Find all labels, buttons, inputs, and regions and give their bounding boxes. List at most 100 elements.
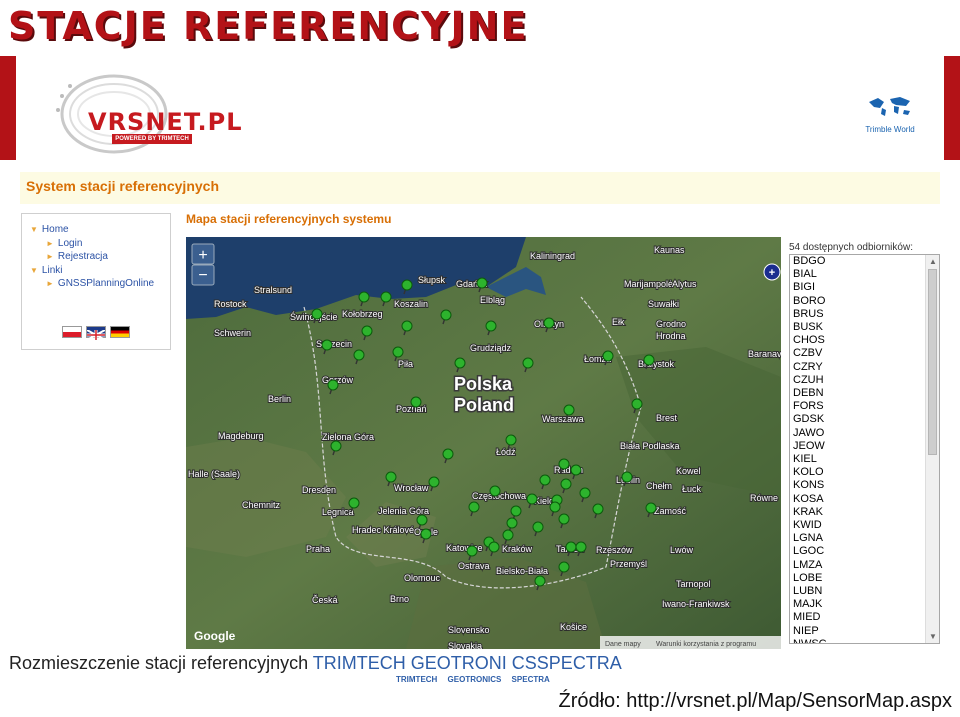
receiver-item[interactable]: NWSC [790, 638, 939, 643]
receivers-scrollbar[interactable]: ▲ ▼ [925, 255, 939, 643]
map-view[interactable]: KaunasKaliningradGdańskElblągOlsztynSłup… [186, 237, 781, 649]
city-label: Legnica [322, 507, 354, 517]
expand-arrow-icon: ▼ [30, 225, 38, 234]
expand-arrow-icon: ▼ [30, 266, 38, 275]
menu-item-home[interactable]: ▼ Home [30, 224, 69, 235]
receiver-item[interactable]: DEBN [790, 387, 939, 400]
terms-link[interactable]: Warunki korzystania z programu [656, 641, 756, 648]
city-label: Kowel [676, 466, 701, 476]
city-label: Kraków [502, 544, 533, 554]
marker-head [311, 308, 323, 320]
menu-item-login[interactable]: ► Login [46, 238, 82, 249]
arrow-right-icon: ► [46, 239, 54, 248]
marker-head [401, 279, 413, 291]
city-label: Tarnopol [676, 579, 711, 589]
marker-head [485, 320, 497, 332]
city-label: Alytus [672, 279, 697, 289]
receiver-item[interactable]: JAWO [790, 427, 939, 440]
city-label: Dresden [302, 485, 336, 495]
source-link[interactable]: Źródło: http://vrsnet.pl/Map/SensorMap.a… [558, 690, 952, 713]
city-label: Brno [390, 594, 409, 604]
marker-head [558, 458, 570, 470]
receiver-item[interactable]: BDGO [790, 255, 939, 268]
city-label: Schwerin [214, 328, 251, 338]
brand-strip: TRIMTECH GEOTRONICS SPECTRA [396, 675, 550, 684]
google-logo: Google [194, 629, 236, 643]
zoom-in-icon: + [198, 247, 207, 264]
city-label: Slovakia [448, 641, 482, 649]
receiver-item[interactable]: KOSA [790, 493, 939, 506]
trimble-world-logo[interactable]: Trimble World [860, 94, 920, 134]
receivers-items: BDGO BIAL BIGI BORO BRUS BUSK CHOS CZBV CZRY CZUH… [790, 255, 939, 643]
map-data-link[interactable]: Dane mapy [605, 641, 641, 648]
receiver-item[interactable]: MAJK [790, 598, 939, 611]
receiver-item[interactable]: KWID [790, 519, 939, 532]
slide-caption: Rozmieszczenie stacji referencyjnych TRI… [9, 653, 622, 674]
receiver-item[interactable]: LMZA [790, 559, 939, 572]
city-label: Iwano-Frankiwsk [662, 599, 730, 609]
receiver-item[interactable]: FORS [790, 400, 939, 413]
receiver-item[interactable]: KIEL [790, 453, 939, 466]
receiver-item[interactable]: LOBE [790, 572, 939, 585]
map-north-marker[interactable]: + [763, 263, 781, 281]
marker-head [502, 529, 514, 541]
marker-head [442, 448, 454, 460]
receiver-item[interactable]: CZRY [790, 361, 939, 374]
receiver-item[interactable]: KONS [790, 479, 939, 492]
receiver-item[interactable]: GDSK [790, 413, 939, 426]
scroll-down-icon[interactable]: ▼ [929, 632, 937, 641]
scrollbar-thumb[interactable] [928, 269, 937, 455]
city-label: Łuck [682, 484, 702, 494]
city-label: Przemyśl [610, 559, 647, 569]
vrsnet-logo[interactable]: VRSNET.PL POWERED BY TRIMTECH [36, 66, 242, 158]
receiver-item[interactable]: CZUH [790, 374, 939, 387]
menu-item-label: Linki [41, 265, 63, 276]
city-label: Olomouc [404, 573, 441, 583]
city-label: Jelenia Góra [378, 506, 429, 516]
marker-head [522, 357, 534, 369]
receiver-item[interactable]: LGNA [790, 532, 939, 545]
receiver-item[interactable]: JEOW [790, 440, 939, 453]
marker-head [621, 471, 633, 483]
marker-head [410, 396, 422, 408]
city-label: Hrodna [656, 331, 686, 341]
system-title: System stacji referencyjnych [26, 178, 219, 194]
flag-poland-icon[interactable] [62, 326, 82, 338]
zoom-in-button[interactable]: + [191, 243, 215, 265]
receiver-item[interactable]: KOLO [790, 466, 939, 479]
receiver-item[interactable]: CZBV [790, 347, 939, 360]
receiver-item[interactable]: KRAK [790, 506, 939, 519]
receiver-item[interactable]: BIAL [790, 268, 939, 281]
receiver-item[interactable]: CHOS [790, 334, 939, 347]
menu-item-gnss-planning[interactable]: ► GNSSPlanningOnline [46, 278, 154, 289]
receiver-item[interactable]: MIED [790, 611, 939, 624]
receiver-item[interactable]: BORO [790, 295, 939, 308]
marker-head [385, 471, 397, 483]
receiver-item[interactable]: BUSK [790, 321, 939, 334]
menu-item-linki[interactable]: ▼ Linki [30, 265, 63, 276]
city-label: Bielsko-Biała [496, 566, 548, 576]
city-label: Poznań [396, 404, 427, 414]
world-map-icon [869, 97, 910, 116]
receiver-item[interactable]: NIEP [790, 625, 939, 638]
marker-head [563, 404, 575, 416]
zoom-out-button[interactable]: − [191, 264, 215, 286]
menu-item-label: GNSSPlanningOnline [57, 278, 155, 289]
receiver-item[interactable]: LUBN [790, 585, 939, 598]
menu-item-rejestracja[interactable]: ► Rejestracja [46, 251, 108, 262]
country-label-english: Poland [454, 395, 514, 415]
receiver-item[interactable]: LGOC [790, 545, 939, 558]
city-label: Berlin [268, 394, 291, 404]
city-label: Košice [560, 622, 587, 632]
receiver-item[interactable]: BIGI [790, 281, 939, 294]
city-label: Chemnitz [242, 500, 281, 510]
city-label: Ostrava [458, 561, 490, 571]
city-label: Ełk [612, 317, 625, 327]
receiver-item[interactable]: BRUS [790, 308, 939, 321]
flag-germany-icon[interactable] [110, 326, 130, 338]
flag-uk-icon[interactable] [86, 326, 106, 341]
satellite-map[interactable]: KaunasKaliningradGdańskElblągOlsztynSłup… [186, 237, 781, 649]
city-label: Zielona Góra [322, 432, 374, 442]
receivers-list[interactable]: BDGO BIAL BIGI BORO BRUS BUSK CHOS CZBV CZRY CZUH… [789, 254, 940, 644]
scroll-up-icon[interactable]: ▲ [929, 257, 937, 266]
